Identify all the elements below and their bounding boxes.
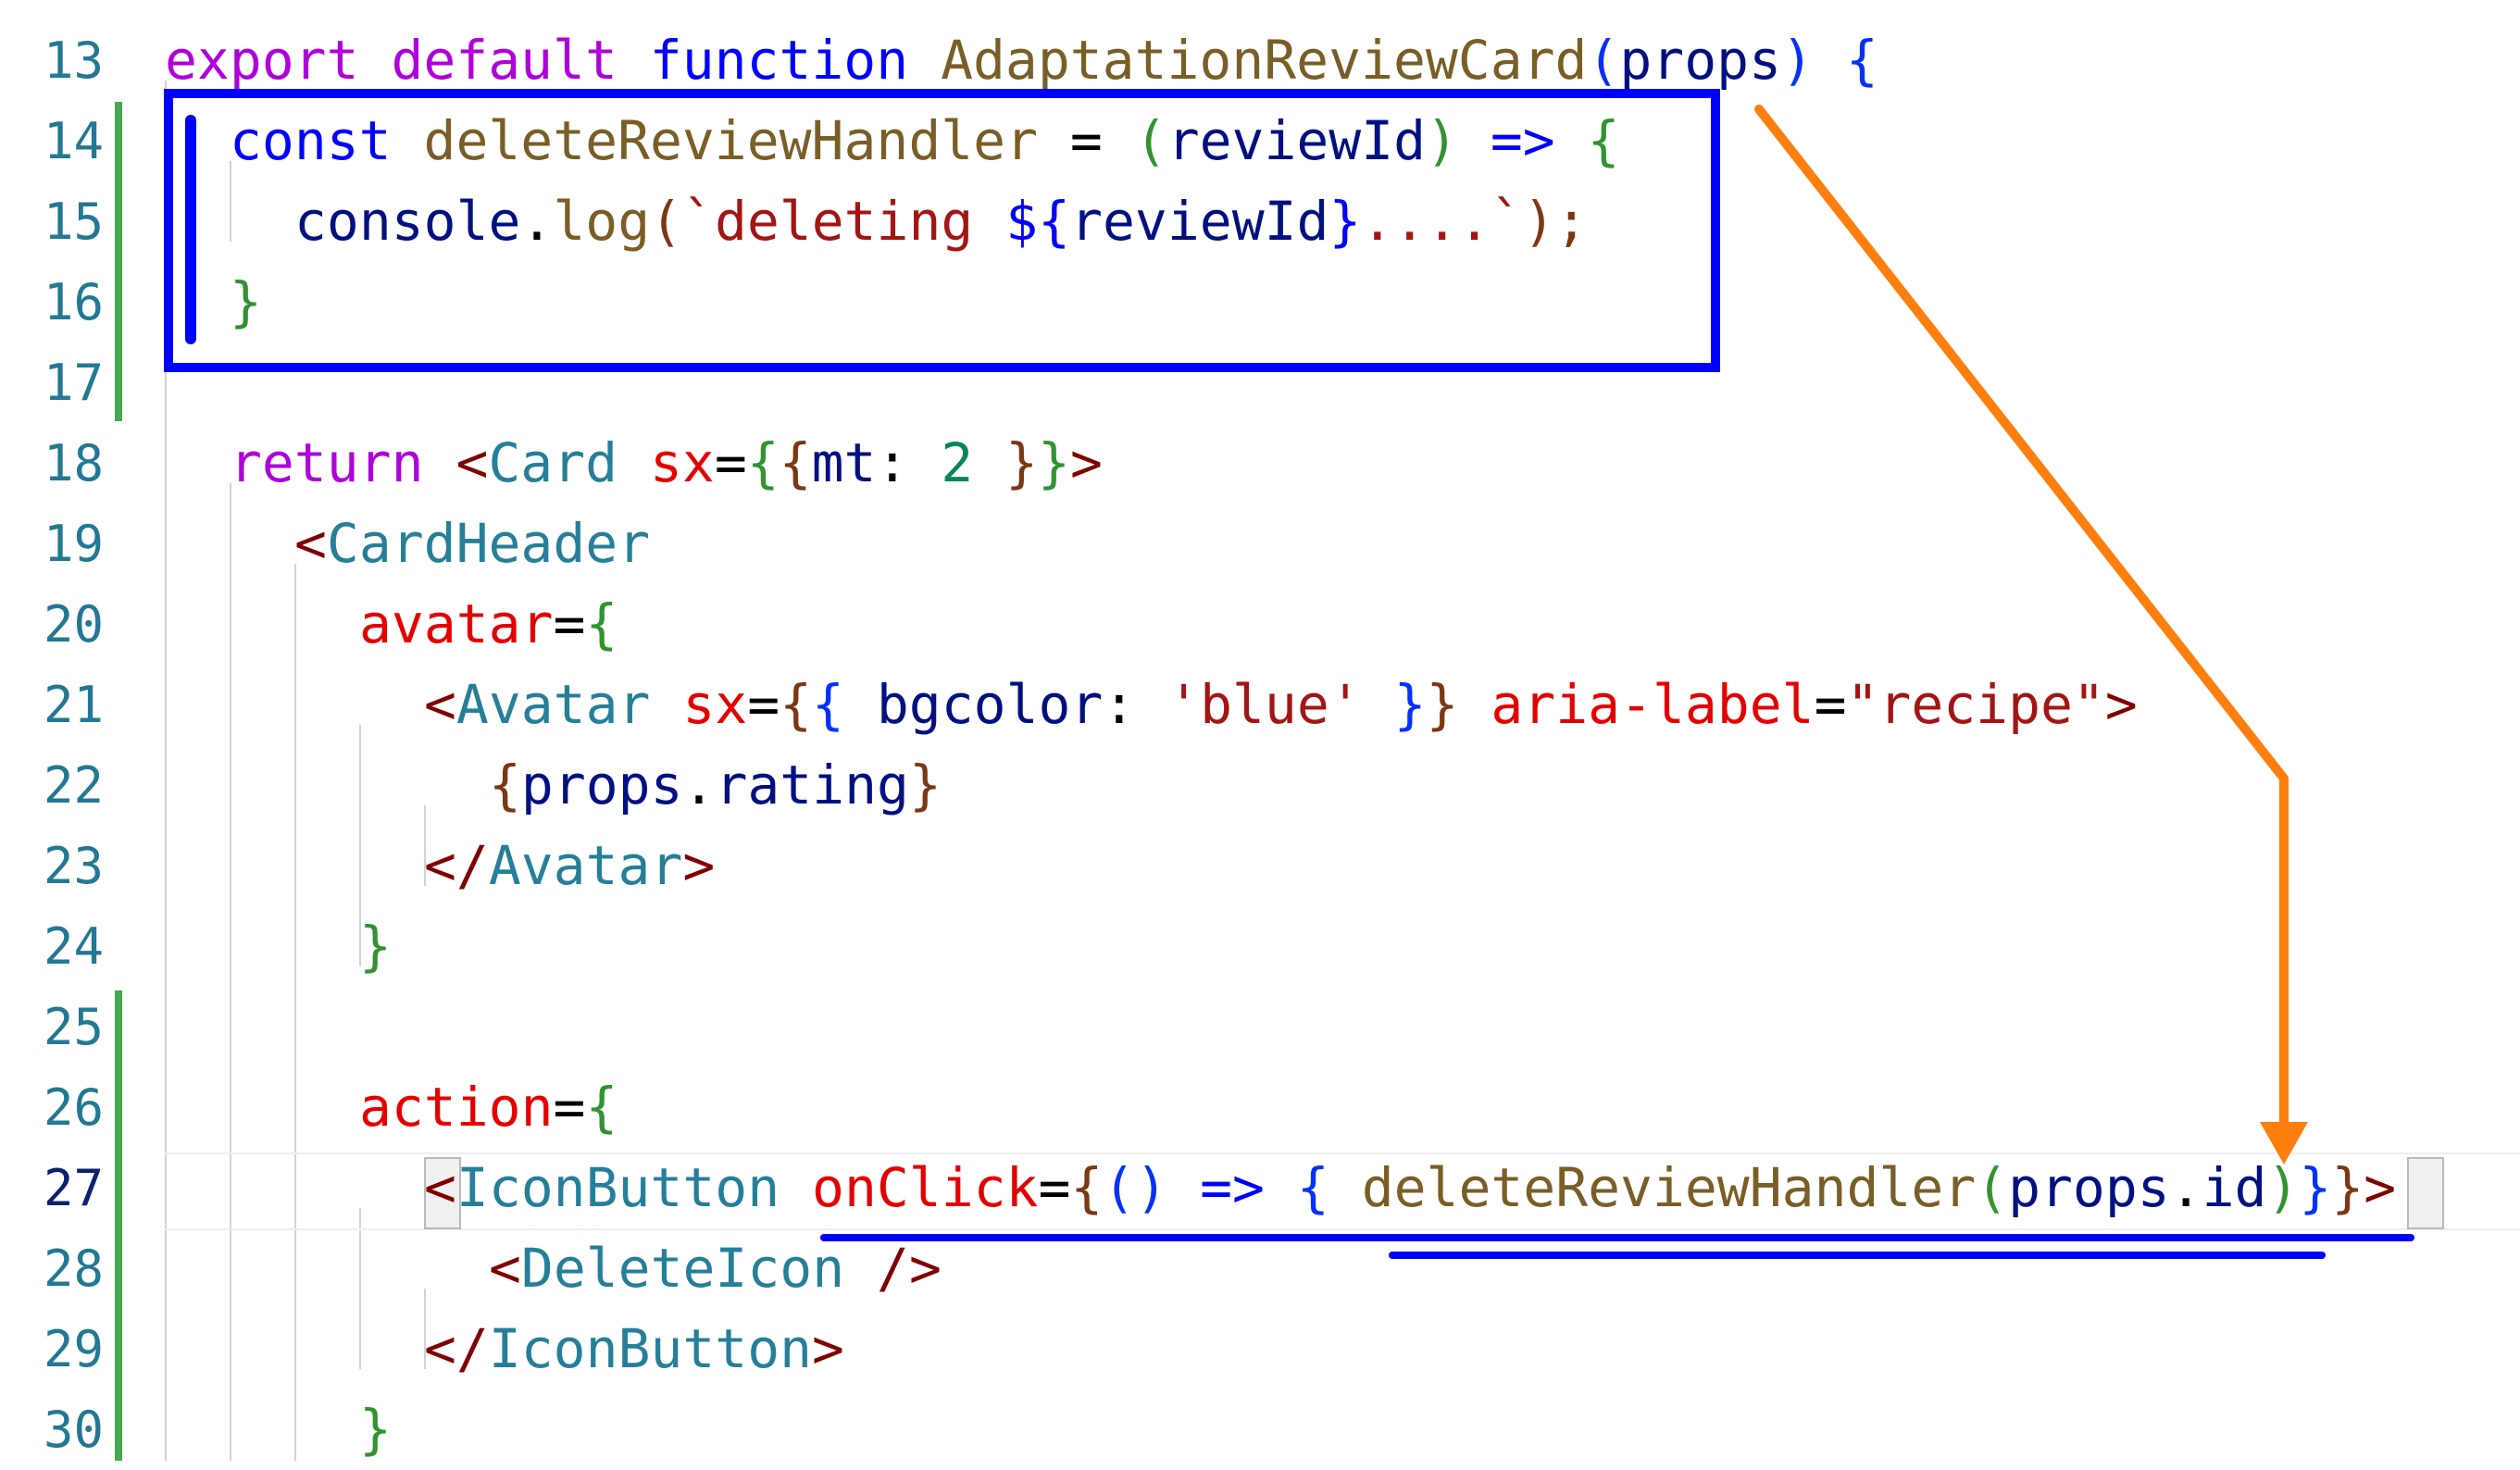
arrow-head-icon	[2260, 1122, 2308, 1165]
annotation-overlay	[164, 89, 2414, 1259]
arrow-line	[1754, 105, 2289, 1141]
highlight-box	[164, 89, 1720, 372]
